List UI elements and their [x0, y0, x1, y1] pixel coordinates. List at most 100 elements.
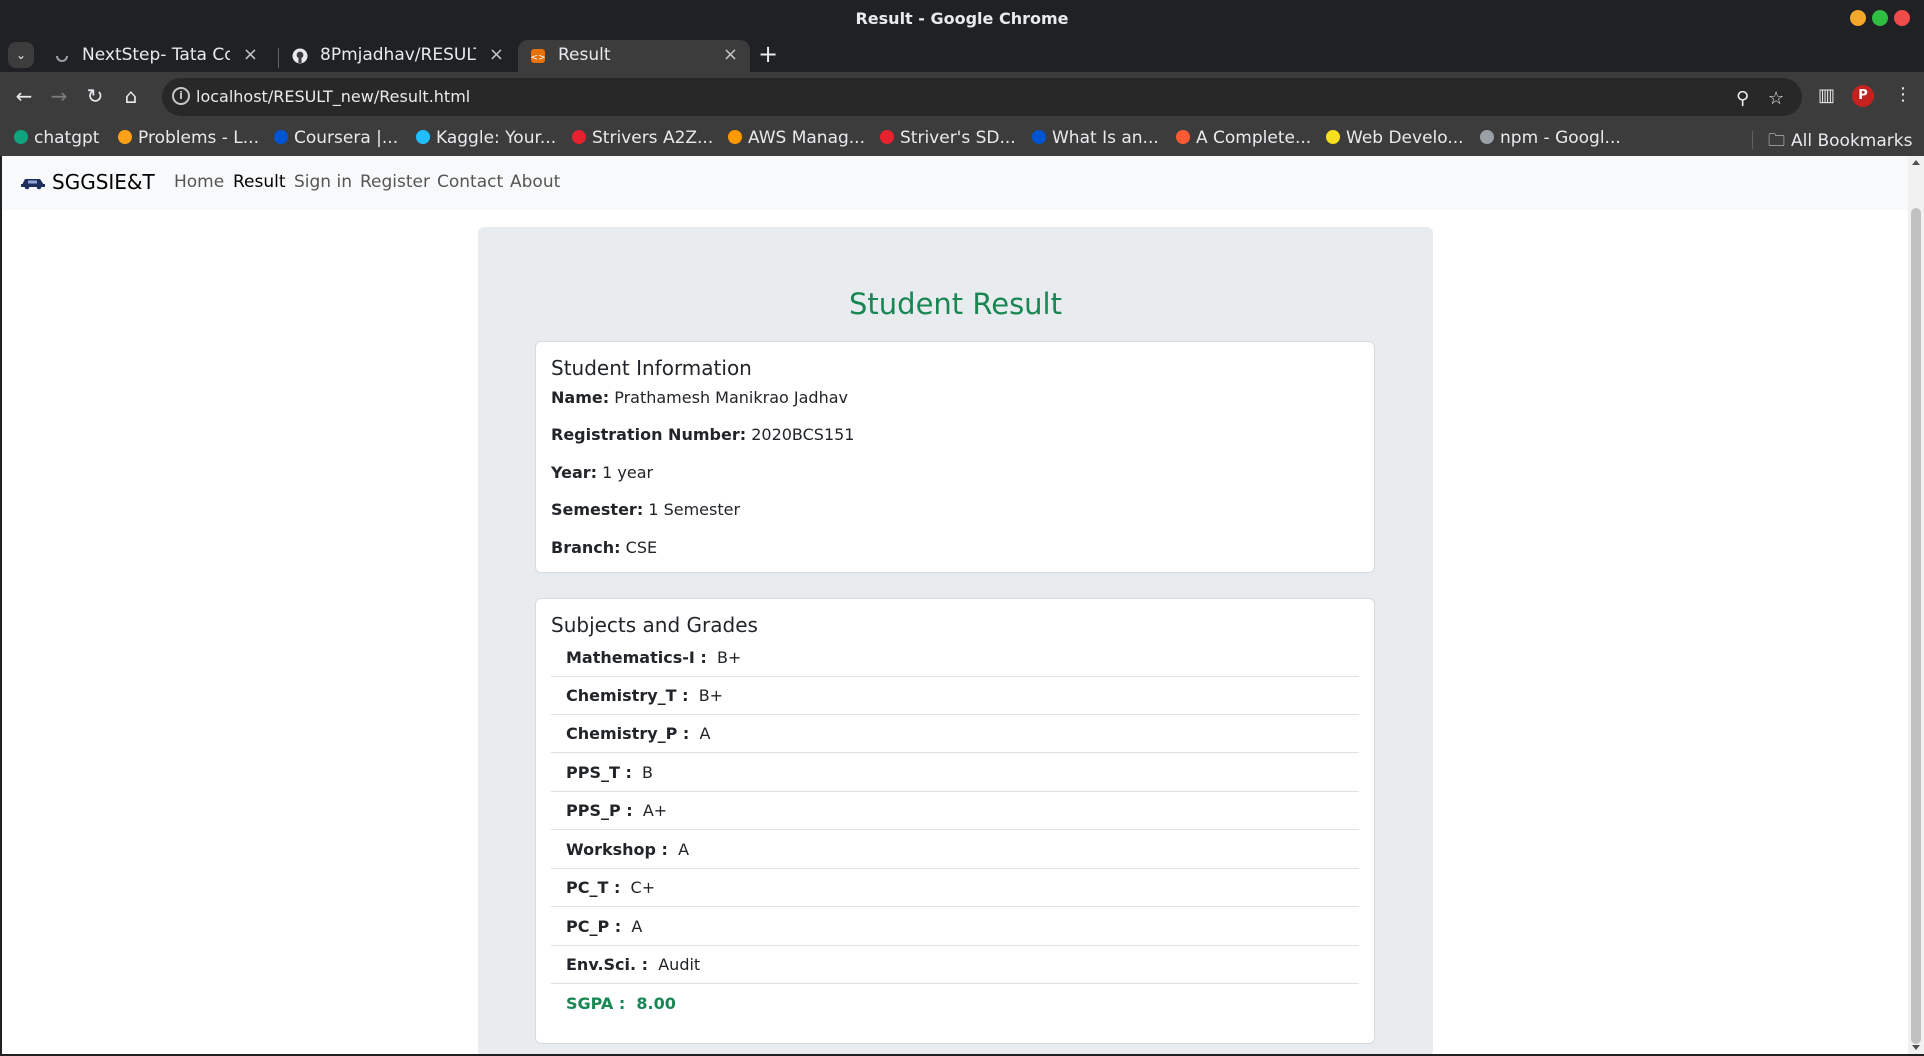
info-semester: Semester: 1 Semester: [551, 500, 740, 519]
nav-contact[interactable]: Contact: [437, 172, 503, 192]
info-value: 2020BCS151: [751, 425, 855, 444]
coursera-icon: [1032, 130, 1046, 144]
subject-label: Workshop :: [566, 840, 668, 859]
bookmark-web-develo[interactable]: Web Develo...: [1326, 128, 1464, 148]
minimize-button[interactable]: [1850, 10, 1866, 26]
info-label: Year:: [551, 463, 598, 482]
bookmark-a-complete[interactable]: A Complete...: [1176, 128, 1311, 148]
student-info-card: Student Information Name: Prathamesh Man…: [535, 341, 1375, 573]
close-tab-icon[interactable]: ×: [723, 44, 738, 65]
student-info-title: Student Information: [551, 356, 752, 380]
bookmark-what-is-an[interactable]: What Is an...: [1032, 128, 1159, 148]
bookmark-label: AWS Manag...: [748, 128, 865, 148]
page-scrollbar[interactable]: [1908, 156, 1924, 1054]
info-value: CSE: [625, 538, 658, 557]
grade-value: A: [678, 840, 690, 859]
subject-label: Env.Sci. :: [566, 955, 649, 974]
grade-row: Workshop : A: [551, 831, 1359, 869]
subject-label: PC_T :: [566, 878, 621, 897]
info-value: 1 year: [602, 463, 654, 482]
takeuforward-icon: [880, 130, 894, 144]
bookmark-label: Coursera |...: [294, 128, 399, 148]
nav-about[interactable]: About: [510, 172, 560, 192]
close-tab-icon[interactable]: ×: [489, 44, 504, 65]
grade-row: Env.Sci. : Audit: [551, 946, 1359, 984]
bookmark-label: A Complete...: [1196, 128, 1312, 148]
back-icon[interactable]: ←: [12, 84, 36, 108]
bookmark-coursera[interactable]: Coursera |...: [274, 128, 398, 148]
maximize-button[interactable]: [1872, 10, 1888, 26]
subject-label: PPS_P :: [566, 801, 633, 820]
bookmark-label: What Is an...: [1052, 128, 1159, 148]
home-icon[interactable]: ⌂: [119, 84, 143, 108]
grade-row: Chemistry_P : A: [551, 715, 1359, 753]
grade-value: A: [631, 917, 643, 936]
nav-register[interactable]: Register: [360, 172, 430, 192]
globe-icon: [1480, 130, 1494, 144]
side-panel-icon[interactable]: ▥: [1818, 85, 1835, 106]
bookmark-leetcode[interactable]: Problems - L...: [118, 128, 259, 148]
subject-label: Chemistry_P :: [566, 724, 690, 743]
subject-label: Mathematics-I :: [566, 648, 707, 667]
bookmark-npm[interactable]: npm - Googl...: [1480, 128, 1621, 148]
grade-value: A: [699, 724, 711, 743]
folder-icon: 🗀: [1768, 131, 1785, 151]
grade-row: PPS_P : A+: [551, 792, 1359, 830]
asterisk-icon: [1176, 130, 1190, 144]
menu-kebab-icon[interactable]: ⋮: [1894, 84, 1912, 105]
nav-home[interactable]: Home: [174, 172, 224, 192]
sgpa-label: SGPA :: [566, 994, 626, 1013]
subject-label: PC_P :: [566, 917, 622, 936]
all-bookmarks-button[interactable]: 🗀 All Bookmarks: [1768, 128, 1912, 157]
profile-avatar[interactable]: P: [1852, 85, 1874, 107]
nav-result[interactable]: Result: [233, 172, 286, 192]
bookmarks-bar: chatgpt Problems - L... Coursera |... Ka…: [0, 122, 1924, 156]
grade-row: PC_P : A: [551, 908, 1359, 946]
bookmark-chatgpt[interactable]: chatgpt: [14, 128, 99, 148]
info-branch: Branch: CSE: [551, 538, 657, 557]
site-navbar: SGGSIE&T Home Result Sign in Register Co…: [2, 156, 1908, 210]
zoom-icon[interactable]: ⚲: [1736, 88, 1749, 109]
close-window-button[interactable]: [1894, 10, 1910, 26]
grade-value: B: [642, 763, 654, 782]
info-label: Semester:: [551, 500, 644, 519]
scroll-up-arrow-icon[interactable]: [1912, 160, 1920, 165]
bookmark-label: chatgpt: [34, 128, 100, 148]
result-container: Student Result Student Information Name:…: [478, 227, 1433, 1054]
web-dev-icon: [1326, 130, 1340, 144]
bookmark-strivers-sde[interactable]: Striver's SD...: [880, 128, 1016, 148]
tab-nextstep[interactable]: NextStep- Tata Consu ×: [42, 40, 270, 72]
scrollbar-thumb[interactable]: [1911, 208, 1921, 1044]
sgpa-row: SGPA : 8.00: [551, 985, 1359, 1023]
window-title: Result - Google Chrome: [855, 9, 1069, 28]
grade-value: B+: [716, 648, 742, 667]
tab-github[interactable]: 8Pmjadhav/RESULT: r ×: [280, 40, 516, 72]
brand-name: SGGSIE&T: [52, 170, 155, 194]
bookmark-kaggle[interactable]: Kaggle: Your...: [416, 128, 556, 148]
address-url[interactable]: localhost/RESULT_new/Result.html: [196, 87, 470, 106]
new-tab-button[interactable]: +: [758, 40, 778, 68]
scroll-down-arrow-icon[interactable]: [1912, 1045, 1920, 1050]
bookmark-strivers-a2z[interactable]: Strivers A2Z...: [572, 128, 713, 148]
bookmark-star-icon[interactable]: ☆: [1768, 88, 1784, 109]
site-brand[interactable]: SGGSIE&T: [20, 170, 155, 194]
close-tab-icon[interactable]: ×: [243, 44, 258, 65]
tab-separator: [278, 48, 279, 68]
sgpa-value: 8.00: [636, 994, 676, 1013]
subject-label: Chemistry_T :: [566, 686, 689, 705]
github-icon: [292, 48, 308, 64]
subjects-grades-card: Subjects and Grades Mathematics-I : B+ C…: [535, 598, 1375, 1044]
tab-search-button[interactable]: ⌄: [8, 42, 34, 68]
nav-sign-in[interactable]: Sign in: [294, 172, 352, 192]
aws-icon: [728, 130, 742, 144]
bookmark-label: Striver's SD...: [900, 128, 1016, 148]
all-bookmarks-label: All Bookmarks: [1791, 131, 1913, 151]
info-label: Branch:: [551, 538, 621, 557]
address-bar[interactable]: i localhost/RESULT_new/Result.html ⚲ ☆: [162, 78, 1802, 116]
bookmark-aws[interactable]: AWS Manag...: [728, 128, 865, 148]
site-info-icon[interactable]: i: [172, 87, 190, 105]
forward-icon[interactable]: →: [47, 84, 71, 108]
reload-icon[interactable]: ↻: [83, 84, 107, 108]
grade-value: B+: [698, 686, 724, 705]
tab-result[interactable]: <> Result ×: [518, 40, 750, 72]
